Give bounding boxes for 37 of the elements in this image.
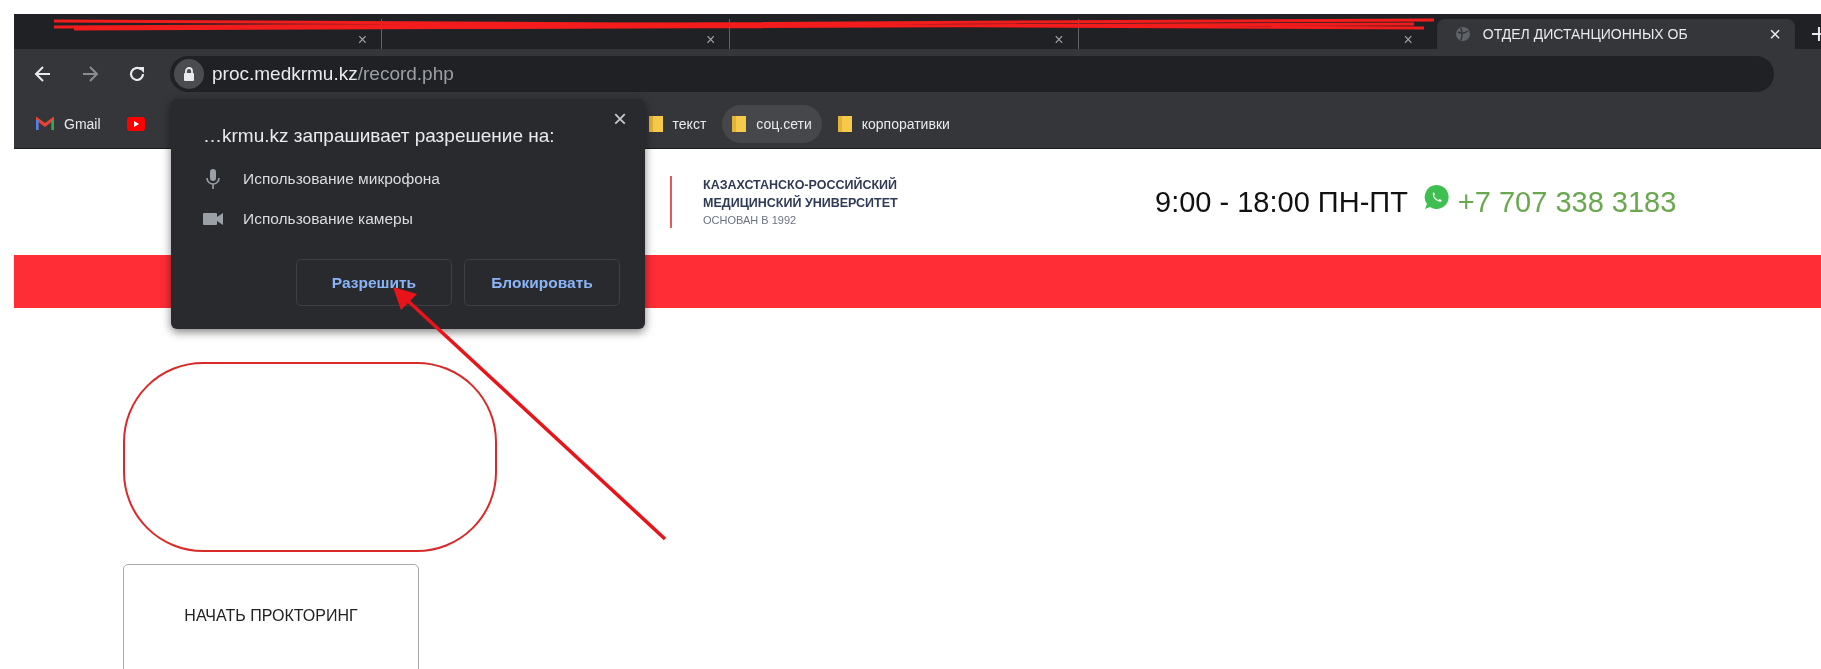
bookmark[interactable]: текст [638, 104, 717, 143]
close-icon[interactable]: × [706, 33, 716, 47]
close-button[interactable]: × [613, 105, 627, 133]
globe-icon [1454, 26, 1471, 42]
bookmark[interactable]: корпоративки [827, 104, 960, 143]
close-icon[interactable]: × [1054, 33, 1064, 47]
university-name: КАЗАХСТАНСКО-РОССИЙСКИЙ [703, 176, 899, 194]
block-button[interactable]: Блокировать [464, 259, 620, 306]
bookmark[interactable]: Gmail [26, 104, 111, 143]
founded-caption: ОСНОВАН В 1992 [703, 213, 798, 228]
close-icon[interactable]: × [1403, 33, 1413, 47]
reload-icon[interactable] [127, 64, 147, 84]
permission-label: Использование микрофона [243, 170, 440, 188]
start-proctoring-button[interactable]: НАЧАТЬ ПРОКТОРИНГ [123, 564, 419, 669]
allow-button[interactable]: Разрешить [296, 259, 452, 306]
university-name: МЕДИЦИНСКИЙ УНИВЕРСИТЕТ [703, 194, 899, 212]
browser-tab[interactable]: ОТДЕЛ ДИСТАНЦИОННЫХ ОБ × [1436, 19, 1796, 49]
play-icon [126, 116, 145, 131]
close-icon[interactable]: × [1769, 22, 1782, 46]
back-icon[interactable] [33, 64, 53, 84]
forward-icon[interactable] [80, 64, 100, 84]
plus-icon[interactable] [1811, 26, 1821, 42]
browser-tab[interactable]: × [1078, 19, 1427, 49]
working-hours: 9:00 - 18:00 ПН-ПТ [1155, 185, 1408, 219]
lock-icon[interactable] [183, 67, 195, 81]
close-icon[interactable]: × [357, 33, 368, 47]
microphone-icon [203, 169, 223, 189]
folder-icon [732, 114, 747, 133]
camera-icon [203, 212, 223, 226]
popup-title: …krmu.kz запрашивает разрешение на: [203, 125, 556, 147]
chat-bubble-icon [1423, 184, 1450, 210]
mail-icon [36, 116, 54, 131]
folder-icon [837, 114, 852, 133]
folder-icon [648, 114, 663, 133]
permission-label: Использование камеры [243, 210, 413, 228]
bookmark[interactable]: соц.сети [722, 104, 822, 143]
address-field[interactable]: proc.medkrmu.kz/record.php [170, 56, 1774, 92]
